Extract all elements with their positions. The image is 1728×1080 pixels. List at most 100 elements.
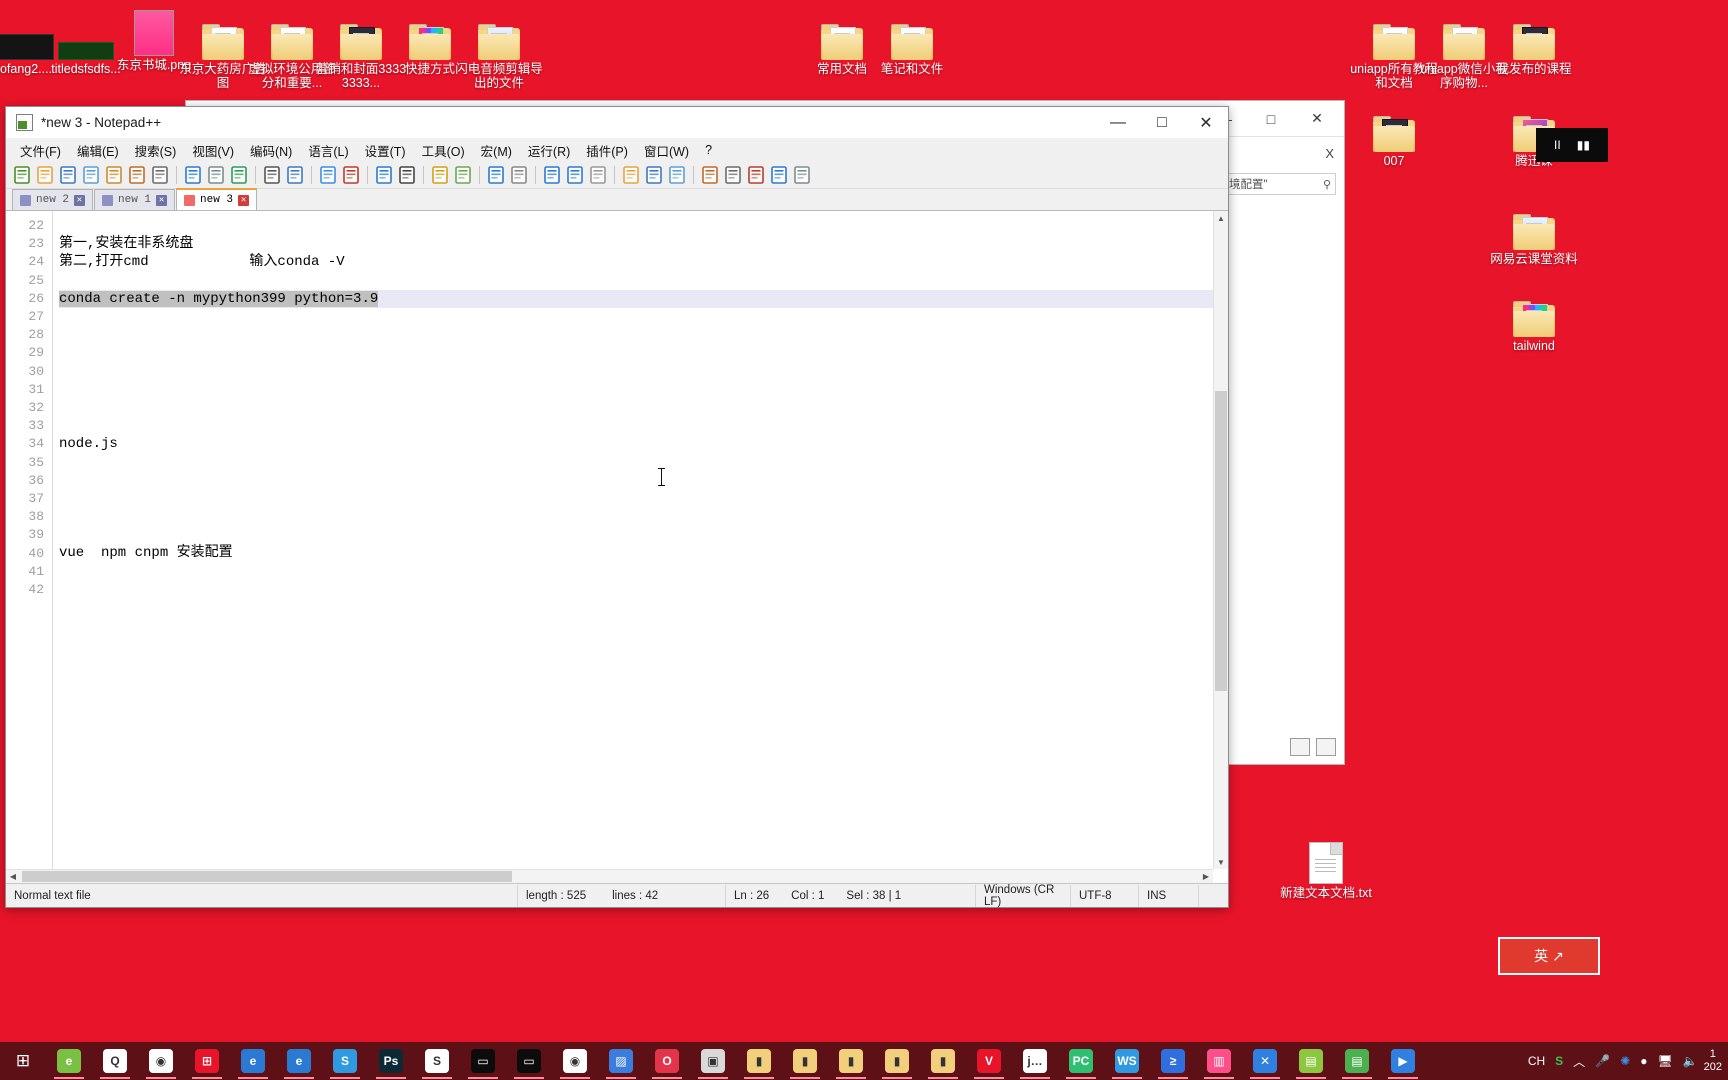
network-icon[interactable]: 🖥 <box>1657 1054 1672 1068</box>
code-line[interactable] <box>59 308 1228 326</box>
uppercase-icon[interactable] <box>564 164 586 186</box>
shield-icon[interactable]: ● <box>1640 1054 1647 1068</box>
vertical-scroll-thumb[interactable] <box>1215 391 1227 691</box>
code-line[interactable]: 第二,打开cmd 输入conda -V <box>59 253 1228 271</box>
code-line[interactable] <box>59 344 1228 362</box>
menu-bar[interactable]: 文件(F) 编辑(E) 搜索(S) 视图(V) 编码(N) 语言(L) 设置(T) 工具(O)… <box>6 139 1228 161</box>
selected-text[interactable]: conda create -n mypython399 python=3.9 <box>59 290 379 307</box>
new-file-icon[interactable] <box>11 164 33 186</box>
taskbar-item-blue-app[interactable]: ▨ <box>598 1042 644 1080</box>
menu-item-1[interactable]: 编辑(E) <box>69 139 127 162</box>
search-icon[interactable]: ⚲ <box>1323 178 1331 191</box>
notepadpp-window[interactable]: *new 3 - Notepad++ — □ ✕ 文件(F) 编辑(E) 搜索(S)… <box>5 106 1229 908</box>
save-icon[interactable] <box>57 164 79 186</box>
stop-macro-icon[interactable] <box>722 164 744 186</box>
code-line[interactable] <box>59 526 1228 544</box>
close-all-icon[interactable] <box>126 164 148 186</box>
taskbar-item-quark-browser[interactable]: Q <box>92 1042 138 1080</box>
sync-horizontal-icon[interactable] <box>452 164 474 186</box>
ime-flyout[interactable]: 英 ↗ <box>1498 937 1600 975</box>
code-line[interactable] <box>59 581 1228 599</box>
close-tab-icon[interactable]: ✕ <box>238 194 250 206</box>
document-tab-1[interactable]: new 1 ✕ <box>94 189 176 210</box>
code-line[interactable] <box>59 381 1228 399</box>
replace-icon[interactable] <box>340 164 362 186</box>
code-line[interactable] <box>59 272 1228 290</box>
code-text-area[interactable]: 第一,安装在非系统盘 第二,打开cmd 输入conda -V conda creat… <box>53 211 1228 883</box>
chevron-up-icon[interactable]: ︿ <box>1573 1053 1585 1070</box>
sogou-icon[interactable]: S <box>1555 1054 1563 1068</box>
next-icon[interactable]: ▮▮ <box>1577 138 1590 152</box>
menu-item-6[interactable]: 设置(T) <box>357 139 414 162</box>
taskbar-item-folder-2[interactable]: ▮ <box>782 1042 828 1080</box>
word-wrap-icon[interactable] <box>485 164 507 186</box>
window-controls[interactable]: — □ ✕ <box>1096 107 1228 138</box>
desktop-icon-new-text-document[interactable]: 新建文本文档.txt <box>1280 832 1372 900</box>
code-line[interactable] <box>59 490 1228 508</box>
paste-icon[interactable] <box>228 164 250 186</box>
user-language-icon[interactable] <box>587 164 609 186</box>
notepadpp-titlebar[interactable]: *new 3 - Notepad++ — □ ✕ <box>6 107 1228 139</box>
code-line[interactable] <box>59 217 1228 235</box>
taskbar-item-folder-5[interactable]: ▮ <box>920 1042 966 1080</box>
code-line[interactable] <box>59 326 1228 344</box>
taskbar-item-folder-3[interactable]: ▮ <box>828 1042 874 1080</box>
undo-icon[interactable] <box>261 164 283 186</box>
taskbar-item-jetbrains-app[interactable]: j… <box>1012 1042 1058 1080</box>
taskbar-item-vscode[interactable]: ✕ <box>1242 1042 1288 1080</box>
scroll-right-arrow-icon[interactable]: ▶ <box>1199 870 1213 883</box>
microphone-icon[interactable]: 🎤 <box>1595 1054 1610 1068</box>
close-tab-icon[interactable]: ✕ <box>74 194 86 206</box>
details-view-button[interactable] <box>1290 738 1310 756</box>
desktop-icon-tailwind[interactable]: tailwind <box>1488 285 1580 353</box>
editor-area[interactable]: 22 23 24 25 26 27 28 29 30 31 32 33 34 35 36 37 38 39 40 41… <box>6 211 1228 883</box>
taskbar-item-folder-4[interactable]: ▮ <box>874 1042 920 1080</box>
taskbar-clock[interactable]: 1 202 <box>1704 1048 1728 1074</box>
code-line[interactable] <box>59 453 1228 471</box>
taskbar-item-powershell[interactable]: ≥ <box>1150 1042 1196 1080</box>
menu-item-12[interactable]: ? <box>697 141 720 159</box>
save-macro-icon[interactable] <box>791 164 813 186</box>
taskbar-item-photoshop[interactable]: Ps <box>368 1042 414 1080</box>
bg-secondary-close-button[interactable]: X <box>1325 146 1334 161</box>
menu-item-10[interactable]: 插件(P) <box>578 139 636 162</box>
taskbar-item-edge-legacy[interactable]: e <box>46 1042 92 1080</box>
taskbar-item-photo-app[interactable]: ▣ <box>690 1042 736 1080</box>
menu-item-0[interactable]: 文件(F) <box>12 139 69 162</box>
menu-item-11[interactable]: 窗口(W) <box>636 139 697 162</box>
desktop-icon-shandian-yinpin[interactable]: 闪电音频剪辑导出的文件 <box>453 8 545 90</box>
menu-item-4[interactable]: 编码(N) <box>242 139 300 162</box>
taskbar-item-sogou[interactable]: S <box>322 1042 368 1080</box>
copy-icon[interactable] <box>205 164 227 186</box>
menu-item-5[interactable]: 语言(L) <box>300 139 356 162</box>
code-line[interactable] <box>59 563 1228 581</box>
horizontal-scroll-thumb[interactable] <box>22 871 512 882</box>
document-tab-2[interactable]: new 3 ✕ <box>176 188 258 210</box>
desktop-icon-wangyi-yun[interactable]: 网易云课堂资料 <box>1488 198 1580 266</box>
code-line[interactable]: vue npm cnpm 安装配置 <box>59 544 1228 562</box>
menu-item-7[interactable]: 工具(O) <box>414 139 473 162</box>
toolbar[interactable] <box>6 161 1228 189</box>
function-list-icon[interactable] <box>643 164 665 186</box>
code-line[interactable] <box>59 363 1228 381</box>
sync-vertical-icon[interactable] <box>429 164 451 186</box>
menu-item-9[interactable]: 运行(R) <box>520 139 578 162</box>
desktop-icon-biji-wenjian[interactable]: 笔记和文件 <box>866 8 958 76</box>
system-tray[interactable]: CH S ︿ 🎤 ✺ ● 🖥 🔈 <box>1528 1053 1704 1070</box>
view-mode-buttons[interactable] <box>1290 738 1336 756</box>
large-icons-view-button[interactable] <box>1316 738 1336 756</box>
bg-maximize-button[interactable]: □ <box>1248 102 1294 136</box>
taskbar-item-webstorm[interactable]: WS <box>1104 1042 1150 1080</box>
vertical-scrollbar[interactable]: ▲ ▼ <box>1213 211 1228 869</box>
show-all-chars-icon[interactable] <box>508 164 530 186</box>
taskbar-item-windows-store[interactable]: ⊞ <box>184 1042 230 1080</box>
ime-indicator[interactable]: CH <box>1528 1054 1545 1068</box>
doc-map-icon[interactable] <box>620 164 642 186</box>
indent-guide-icon[interactable] <box>541 164 563 186</box>
menu-item-3[interactable]: 视图(V) <box>184 139 242 162</box>
record-macro-icon[interactable] <box>699 164 721 186</box>
bg-search-box[interactable]: 境配置" ⚲ <box>1224 173 1336 195</box>
code-line[interactable]: conda create -n mypython399 python=3.9 <box>59 289 1228 308</box>
taskbar-item-ie-browser[interactable]: e <box>230 1042 276 1080</box>
minimize-button[interactable]: — <box>1096 107 1140 138</box>
